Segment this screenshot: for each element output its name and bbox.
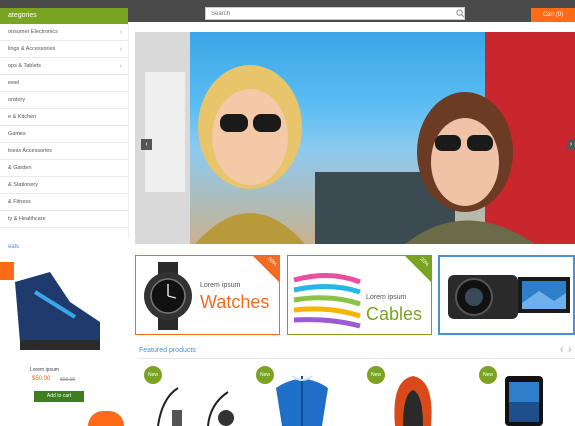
sidebar-item[interactable]: Games: [0, 126, 128, 143]
featured-product-backpack[interactable]: New: [363, 366, 463, 426]
banner-small-text: Lorem ipsum: [200, 282, 241, 289]
sidebar-item[interactable]: & Stationery: [0, 177, 128, 194]
featured-product-jacket[interactable]: New: [252, 366, 352, 426]
new-badge: New: [144, 366, 162, 384]
chevron-right-icon: ›: [119, 63, 122, 70]
deal-old-price: $99.00: [60, 377, 76, 383]
banner-watches[interactable]: Lorem ipsum Watches 50%: [135, 255, 280, 335]
sidebar-item[interactable]: & Garden: [0, 160, 128, 177]
sidebar-item[interactable]: ewel: [0, 75, 128, 92]
chevron-right-icon: ›: [119, 46, 122, 53]
deal-price: $50.00: [32, 376, 51, 382]
sidebar-item[interactable]: oratory: [0, 92, 128, 109]
deal-product-image[interactable]: [0, 262, 110, 362]
banner-camera[interactable]: [438, 255, 575, 335]
sidebar-item-label: tness Accessories: [8, 148, 53, 154]
sidebar-item[interactable]: ty & Healthcare: [0, 211, 128, 228]
sidebar-item-label: ty & Healthcare: [8, 216, 46, 222]
featured-product-earphones[interactable]: New: [140, 366, 240, 426]
hero-slider[interactable]: [135, 32, 575, 244]
carousel-prev-icon[interactable]: ‹: [560, 344, 563, 355]
banner-small-text: Lorem ipsum: [366, 294, 407, 301]
deals-title: eals: [8, 244, 20, 250]
sidebar-item[interactable]: & Fitness: [0, 194, 128, 211]
featured-title: Featured products: [139, 347, 196, 354]
jacket-image: [276, 375, 328, 426]
cart-button[interactable]: Cart (0): [531, 8, 575, 22]
sidebar-item-label: e & Kitchen: [8, 114, 37, 120]
add-to-cart-button[interactable]: Add to cart: [34, 391, 84, 402]
sidebar-item[interactable]: tness Accessories: [0, 143, 128, 160]
sidebar-item[interactable]: e & Kitchen: [0, 109, 128, 126]
banner-big-text: Watches: [200, 292, 270, 312]
chevron-right-icon: ›: [119, 29, 122, 36]
slider-next-button[interactable]: ›: [567, 139, 575, 150]
sidebar-item[interactable]: onsumer Electronics ›: [0, 24, 128, 41]
phone-image: [505, 376, 543, 426]
featured-product-phone[interactable]: New: [475, 366, 575, 426]
sidebar-item-label: lings & Accessories: [8, 46, 56, 52]
sidebar-item-label: & Fitness: [8, 199, 31, 205]
banner-cables[interactable]: Lorem ipsum Cables 20%: [287, 255, 432, 335]
search-icon[interactable]: [456, 9, 465, 18]
camera-image: [448, 275, 570, 319]
sidebar-item-label: Games: [8, 131, 26, 137]
hero-image: [135, 32, 575, 244]
category-sidebar: onsumer Electronics › lings & Accessories…: [0, 24, 129, 239]
carousel-next-icon[interactable]: ›: [568, 344, 571, 355]
sidebar-item-label: & Garden: [8, 165, 32, 171]
sidebar-item-label: ewel: [8, 80, 20, 86]
sidebar-item-label: oratory: [8, 97, 26, 103]
backpack-image: [394, 376, 432, 426]
sidebar-item-label: & Stationery: [8, 182, 38, 188]
sidebar-item[interactable]: ops & Tablets ›: [0, 58, 128, 75]
slider-prev-button[interactable]: ‹: [141, 139, 152, 150]
deal-product-name[interactable]: Lorem ipsum: [30, 367, 59, 373]
sidebar-item-label: ops & Tablets: [8, 63, 41, 69]
sidebar-item-label: onsumer Electronics: [8, 29, 58, 35]
watch-image: [144, 262, 192, 330]
section-divider: [139, 358, 575, 359]
new-badge: New: [479, 366, 497, 384]
earphones-image: [157, 387, 234, 426]
scroll-top-button[interactable]: [88, 411, 124, 426]
banner-big-text: Cables: [366, 304, 423, 324]
sidebar-item[interactable]: lings & Accessories ›: [0, 41, 128, 58]
cables-image: [293, 272, 361, 329]
categories-header[interactable]: ategories: [0, 8, 128, 24]
search-input[interactable]: [205, 7, 465, 20]
